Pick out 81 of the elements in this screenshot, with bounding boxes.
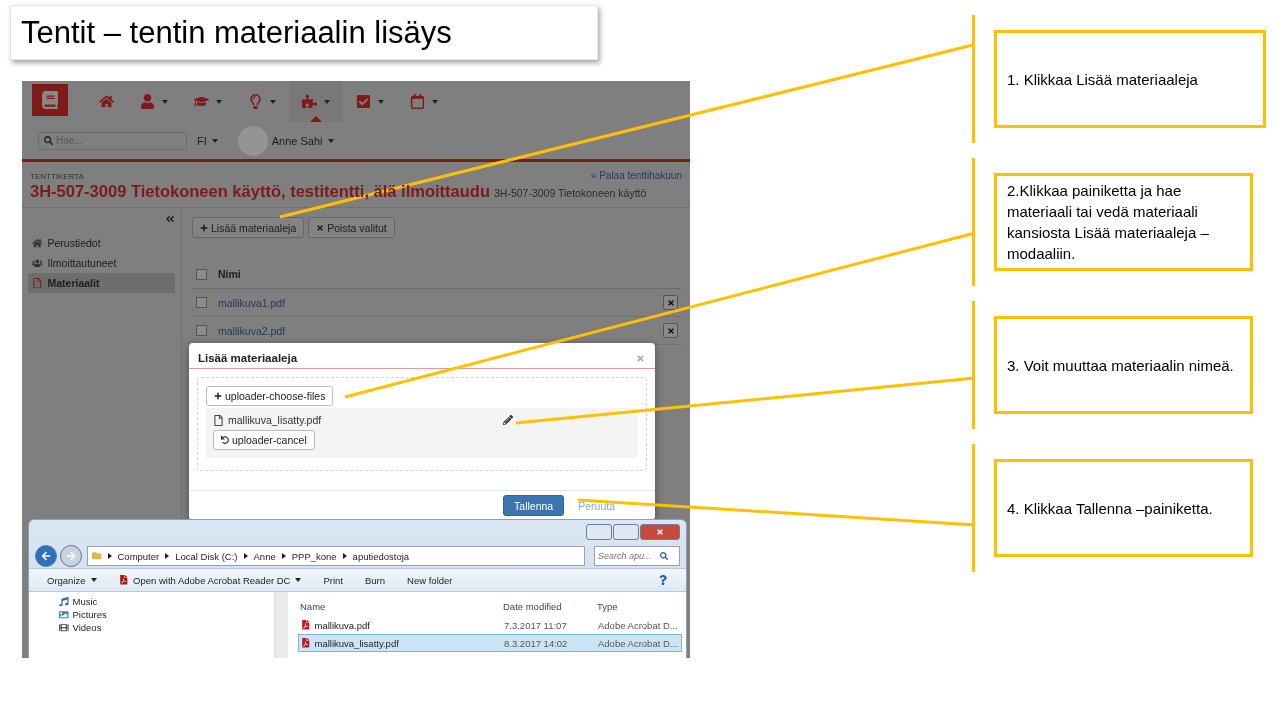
toolbar-button[interactable]: Organize xyxy=(47,574,97,586)
maximize-button[interactable] xyxy=(613,524,639,540)
close-icon[interactable] xyxy=(636,353,645,363)
arrow-left-icon xyxy=(41,551,51,561)
checkbox-icon xyxy=(356,94,371,109)
column-header[interactable]: Type xyxy=(597,600,682,612)
close-icon xyxy=(316,223,325,232)
forward-button[interactable] xyxy=(60,545,82,567)
folder-icon xyxy=(92,551,102,561)
checkbox[interactable] xyxy=(196,297,207,308)
close-icon xyxy=(666,326,675,335)
users-icon xyxy=(32,257,43,269)
sidebar-item[interactable]: Perustiedot xyxy=(28,233,175,253)
lightbulb-icon xyxy=(248,94,263,109)
modal-title: Lisää materiaaleja xyxy=(198,352,298,364)
back-button[interactable] xyxy=(35,545,57,567)
close-icon xyxy=(666,298,675,307)
drop-zone[interactable]: uploader-choose-files mallikuva_lisatty.pdf uploader-cancel xyxy=(197,377,647,471)
file-name: mallikuva_lisatty.pdf xyxy=(228,414,323,426)
music-icon xyxy=(59,596,69,607)
scrollbar[interactable] xyxy=(274,592,288,658)
checkbox[interactable] xyxy=(196,325,207,336)
checkbox[interactable] xyxy=(196,268,207,280)
column-header[interactable]: Date modified xyxy=(503,600,597,612)
search-box[interactable]: Search apu... xyxy=(594,546,680,566)
help-icon[interactable] xyxy=(658,575,668,585)
film-icon xyxy=(59,622,69,633)
collapse-icon[interactable] xyxy=(165,214,175,224)
pdf-icon xyxy=(301,620,311,630)
file-icon xyxy=(32,277,43,289)
nav-menu-item[interactable] xyxy=(289,81,343,122)
save-button[interactable]: Tallenna xyxy=(503,495,565,516)
home-icon xyxy=(99,94,114,109)
home-icon xyxy=(32,237,43,249)
delete-button[interactable] xyxy=(663,323,678,338)
toolbar-button[interactable]: Open with Adobe Acrobat Reader DC xyxy=(118,574,302,586)
user-icon xyxy=(140,94,155,109)
close-icon xyxy=(656,528,664,536)
add-materials-button[interactable]: Lisää materiaaleja xyxy=(192,217,305,238)
callout-box: 3. Voit muuttaa materiaalin nimeä. xyxy=(994,316,1253,414)
pictures-icon xyxy=(59,609,69,620)
file-icon xyxy=(213,414,224,426)
sidebar-item[interactable]: Ilmoittautuneet xyxy=(28,253,175,273)
graduation-cap-icon xyxy=(194,94,209,109)
pdf-icon xyxy=(118,575,129,585)
file-row[interactable]: mallikuva_lisatty.pdf 8.3.2017 14:02 Adobe Acrobat D... xyxy=(298,634,682,652)
book-icon xyxy=(41,91,59,109)
toolbar-button[interactable]: Print xyxy=(323,574,343,586)
column-header[interactable]: Name xyxy=(300,600,503,612)
logo[interactable] xyxy=(32,84,68,116)
column-header: Nimi xyxy=(218,268,241,280)
close-button[interactable] xyxy=(640,524,680,540)
arrow-right-icon xyxy=(66,551,76,561)
delete-button[interactable] xyxy=(663,295,678,310)
slide-title: Tentit – tentin materiaalin lisäys xyxy=(10,5,598,60)
pdf-icon xyxy=(301,638,311,648)
remove-selected-button[interactable]: Poista valitut xyxy=(308,217,395,238)
toolbar-button[interactable]: New folder xyxy=(407,574,453,586)
nav-pane-item[interactable]: Pictures xyxy=(59,609,274,620)
address-bar[interactable]: Computer Local Disk (C:) Anne PPP_kone aputiedostoja xyxy=(87,546,585,566)
nav-pane-item[interactable]: Videos xyxy=(59,622,274,633)
calendar-icon xyxy=(410,94,425,109)
undo-icon xyxy=(221,436,229,444)
search-icon xyxy=(44,136,53,145)
puzzle-icon xyxy=(302,94,317,109)
callout-box: 4. Klikkaa Tallenna –painiketta. xyxy=(994,459,1253,557)
minimize-button[interactable] xyxy=(586,524,612,540)
toolbar-button[interactable]: Burn xyxy=(365,574,386,586)
pencil-icon[interactable] xyxy=(503,415,513,425)
language-dropdown[interactable]: FI xyxy=(197,134,218,147)
nav-pane-item[interactable]: Music xyxy=(59,596,274,607)
cancel-upload-button[interactable]: uploader-cancel xyxy=(213,430,315,450)
plus-icon xyxy=(200,223,208,232)
plus-icon xyxy=(214,392,222,400)
callout-box: 1. Klikkaa Lisää materiaaleja xyxy=(994,30,1266,128)
user-menu[interactable]: Anne Sahi xyxy=(271,134,334,147)
choose-files-button[interactable]: uploader-choose-files xyxy=(206,386,334,406)
search-icon xyxy=(660,552,668,560)
section-label: TENTTIKERTA xyxy=(30,172,84,181)
callout-box: 2.Klikkaa painiketta ja hae materiaali tai vedä materiaali kansiosta Lisää materiaaleja –modaaliin. xyxy=(994,173,1253,271)
file-row[interactable]: mallikuva.pdf 7.3.2017 11:07 Adobe Acrobat D... xyxy=(298,616,682,634)
